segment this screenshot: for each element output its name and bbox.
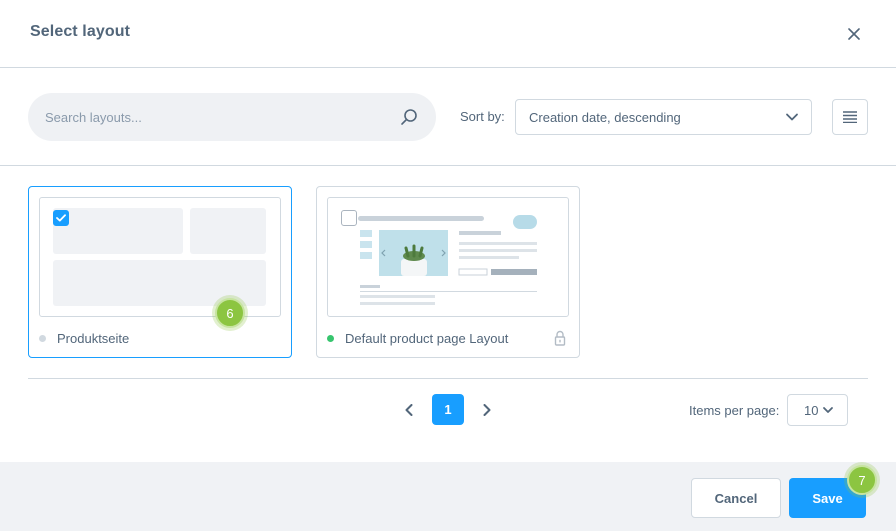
- preview-block: [190, 208, 266, 254]
- checkmark-icon: [56, 214, 66, 222]
- step-badge: 7: [847, 465, 877, 495]
- layout-checkbox[interactable]: [341, 210, 357, 226]
- items-per-page-label: Items per page:: [689, 403, 780, 418]
- chevron-down-icon: [786, 113, 798, 121]
- sort-label: Sort by:: [460, 109, 505, 124]
- chevron-left-icon: [405, 404, 413, 416]
- items-per-page-value: 10: [804, 403, 819, 418]
- lock-icon: [554, 330, 566, 346]
- sort-select[interactable]: Creation date, descending: [515, 99, 812, 135]
- divider: [28, 378, 868, 379]
- modal-title: Select layout: [30, 23, 131, 40]
- layout-card-footer: Produktseite: [29, 321, 291, 357]
- search-field[interactable]: [28, 93, 436, 141]
- preview-block: [53, 208, 183, 254]
- chevron-right-icon: [483, 404, 491, 416]
- prev-page-button[interactable]: [400, 401, 418, 419]
- layout-name: Produktseite: [57, 331, 130, 346]
- items-per-page-select[interactable]: 10: [787, 394, 848, 426]
- select-layout-modal: Select layout Sort by: Creation date, de…: [0, 0, 896, 531]
- modal-header: Select layout: [0, 0, 896, 68]
- layout-card-footer: Default product page Layout: [317, 321, 579, 357]
- close-icon: [848, 28, 860, 40]
- layout-preview: [39, 197, 281, 317]
- page-button-1[interactable]: 1: [432, 394, 464, 425]
- layout-name: Default product page Layout: [345, 331, 509, 346]
- close-button[interactable]: [842, 22, 866, 46]
- product-page-preview-illustration: [358, 215, 537, 305]
- list-icon: [843, 111, 857, 123]
- list-view-button[interactable]: [832, 99, 868, 135]
- layout-checkbox[interactable]: [53, 210, 69, 226]
- status-dot: [39, 335, 46, 342]
- layout-card-default-product-page[interactable]: Default product page Layout: [316, 186, 580, 358]
- status-dot: [327, 335, 334, 342]
- next-page-button[interactable]: [478, 401, 496, 419]
- chevron-down-icon: [823, 407, 833, 413]
- layout-preview: [327, 197, 569, 317]
- sort-select-value: Creation date, descending: [529, 110, 681, 125]
- search-input[interactable]: [28, 93, 388, 141]
- step-badge: 6: [215, 298, 245, 328]
- cancel-button[interactable]: Cancel: [691, 478, 781, 518]
- toolbar: Sort by: Creation date, descending: [0, 69, 896, 166]
- modal-footer: Cancel Save: [0, 462, 896, 531]
- search-icon[interactable]: [400, 108, 418, 126]
- layout-card-produktseite[interactable]: Produktseite: [28, 186, 292, 358]
